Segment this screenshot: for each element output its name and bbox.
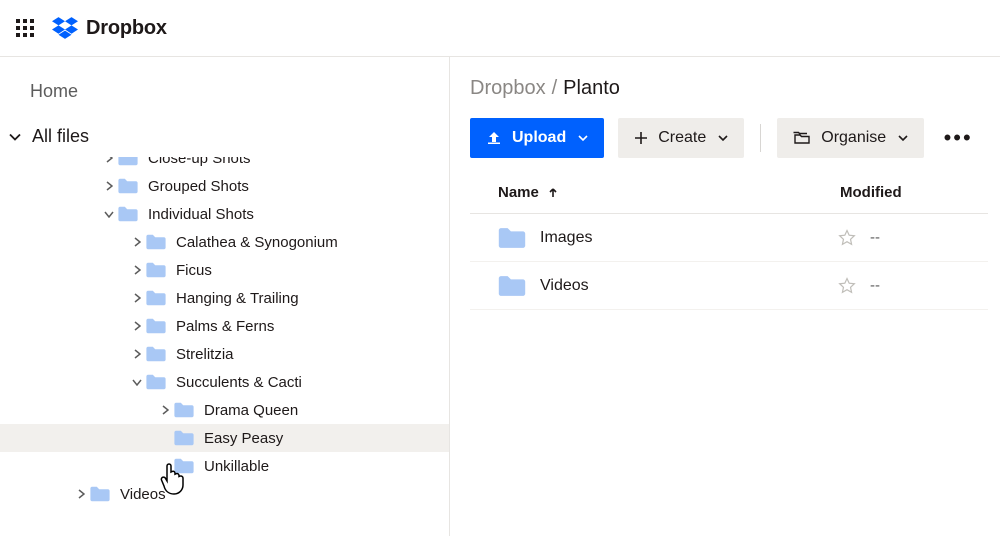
- table-row[interactable]: Images --: [470, 214, 988, 262]
- chevron-right-icon: [100, 181, 118, 191]
- row-name[interactable]: Images: [540, 229, 838, 247]
- toolbar: Upload Create Organise •••: [470, 118, 988, 158]
- tree-node[interactable]: Palms & Ferns: [0, 312, 449, 340]
- folder-stack-icon: [793, 131, 811, 145]
- upload-button[interactable]: Upload: [470, 118, 604, 158]
- chevron-down-icon: [578, 133, 588, 143]
- tree-node-label: Ficus: [176, 262, 212, 279]
- file-list: Images -- Videos --: [470, 214, 988, 310]
- tree-node[interactable]: Drama Queen: [0, 396, 449, 424]
- tree-node-label: Strelitzia: [176, 346, 234, 363]
- create-button[interactable]: Create: [618, 118, 744, 158]
- ellipsis-icon: •••: [944, 125, 973, 151]
- folder-icon: [146, 318, 166, 334]
- folder-icon: [118, 178, 138, 194]
- chevron-right-icon: [156, 405, 174, 415]
- more-actions-button[interactable]: •••: [938, 118, 978, 158]
- tree-node-label: Palms & Ferns: [176, 318, 274, 335]
- tree-node-label: Hanging & Trailing: [176, 290, 299, 307]
- tree-node[interactable]: Easy Peasy: [0, 424, 449, 452]
- organise-label: Organise: [821, 129, 886, 147]
- chevron-down-icon: [898, 133, 908, 143]
- chevron-right-icon: [128, 321, 146, 331]
- folder-icon: [146, 290, 166, 306]
- star-icon[interactable]: [838, 277, 870, 295]
- upload-label: Upload: [512, 129, 566, 147]
- folder-icon: [118, 206, 138, 222]
- app-header: Dropbox: [0, 0, 1000, 56]
- tree-node[interactable]: Calathea & Synogonium: [0, 228, 449, 256]
- plus-icon: [634, 131, 648, 145]
- folder-icon: [174, 402, 194, 418]
- column-header-name[interactable]: Name: [498, 184, 840, 201]
- folder-icon: [498, 227, 526, 249]
- chevron-right-icon: [128, 349, 146, 359]
- tree-node-label: Drama Queen: [204, 402, 298, 419]
- folder-icon: [498, 275, 526, 297]
- chevron-down-icon: [100, 210, 118, 218]
- table-row[interactable]: Videos --: [470, 262, 988, 310]
- folder-icon: [174, 458, 194, 474]
- row-modified: --: [870, 229, 960, 246]
- main-panel: Dropbox / Planto Upload Create Organise: [450, 57, 1000, 536]
- folder-icon: [90, 486, 110, 502]
- tree-node[interactable]: Unkillable: [0, 452, 449, 480]
- chevron-right-icon: [72, 489, 90, 499]
- organise-button[interactable]: Organise: [777, 118, 924, 158]
- brand-logo[interactable]: Dropbox: [52, 17, 167, 40]
- folder-icon: [146, 262, 166, 278]
- folder-icon: [146, 374, 166, 390]
- tree-node[interactable]: Individual Shots: [0, 200, 449, 228]
- breadcrumb-separator: /: [552, 77, 558, 100]
- sidebar-all-files[interactable]: All files: [0, 118, 449, 157]
- column-header-modified[interactable]: Modified: [840, 184, 960, 201]
- table-header: Name Modified: [470, 184, 988, 214]
- sort-asc-icon: [547, 187, 559, 199]
- folder-icon: [174, 430, 194, 446]
- name-header-label: Name: [498, 184, 539, 201]
- folder-icon: [118, 157, 138, 166]
- row-modified: --: [870, 277, 960, 294]
- folder-tree: Close-up Shots Grouped Shots Individual Sh…: [0, 157, 449, 508]
- tree-node[interactable]: Strelitzia: [0, 340, 449, 368]
- upload-icon: [486, 130, 502, 146]
- toolbar-divider: [760, 124, 761, 152]
- tree-node[interactable]: Succulents & Cacti: [0, 368, 449, 396]
- tree-node[interactable]: Ficus: [0, 256, 449, 284]
- tree-node-label: Calathea & Synogonium: [176, 234, 338, 251]
- dropbox-icon: [52, 17, 78, 39]
- tree-node-label: Easy Peasy: [204, 430, 283, 447]
- breadcrumb: Dropbox / Planto: [470, 77, 988, 100]
- tree-node-label: Succulents & Cacti: [176, 374, 302, 391]
- sidebar-home[interactable]: Home: [0, 57, 449, 118]
- tree-node-label: Videos: [120, 486, 166, 503]
- chevron-right-icon: [100, 157, 118, 163]
- tree-node[interactable]: Close-up Shots: [0, 157, 449, 172]
- breadcrumb-root[interactable]: Dropbox: [470, 77, 546, 100]
- create-label: Create: [658, 129, 706, 147]
- tree-node-label: Close-up Shots: [148, 157, 251, 167]
- tree-node[interactable]: Hanging & Trailing: [0, 284, 449, 312]
- chevron-right-icon: [128, 265, 146, 275]
- tree-node[interactable]: Videos: [0, 480, 449, 508]
- breadcrumb-current: Planto: [563, 77, 620, 100]
- tree-node-label: Grouped Shots: [148, 178, 249, 195]
- chevron-down-icon: [718, 133, 728, 143]
- tree-node[interactable]: Grouped Shots: [0, 172, 449, 200]
- chevron-right-icon: [128, 237, 146, 247]
- folder-icon: [146, 234, 166, 250]
- all-files-label: All files: [32, 126, 89, 147]
- star-icon[interactable]: [838, 229, 870, 247]
- chevron-right-icon: [128, 293, 146, 303]
- row-name[interactable]: Videos: [540, 277, 838, 295]
- folder-icon: [146, 346, 166, 362]
- sidebar: Home All files Close-up Shots Grouped Sho…: [0, 57, 450, 536]
- brand-name: Dropbox: [86, 17, 167, 40]
- tree-node-label: Unkillable: [204, 458, 269, 475]
- tree-node-label: Individual Shots: [148, 206, 254, 223]
- app-launcher-icon[interactable]: [16, 19, 34, 37]
- chevron-down-icon: [128, 378, 146, 386]
- chevron-down-icon: [8, 130, 22, 144]
